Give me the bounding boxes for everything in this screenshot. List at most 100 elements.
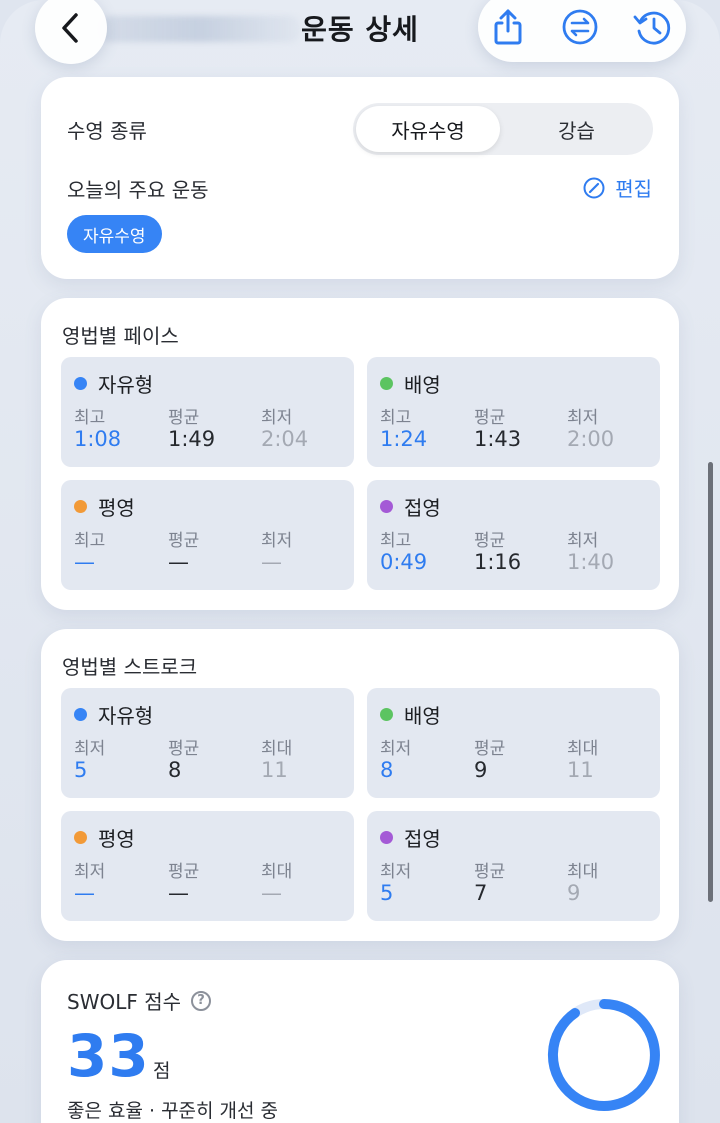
swap-icon <box>562 9 598 45</box>
stat-value: 1:16 <box>474 550 522 574</box>
header-actions <box>478 0 686 62</box>
stat-header: 평균 <box>474 408 506 428</box>
stat-value: — <box>74 550 95 574</box>
swim-type-label: 수영 종류 <box>67 119 147 143</box>
stat-header: 최고 <box>74 531 106 551</box>
stat-value: 5 <box>380 881 394 905</box>
stroke-tile: 접영최저 평균 최대 5 7 9 <box>367 811 660 921</box>
swolf-description: 좋은 효율 · 꾸준히 개선 중 <box>67 1100 279 1122</box>
stat-value: 1:24 <box>380 427 428 451</box>
stat-value: 1:43 <box>474 427 522 451</box>
stat-value: 1:40 <box>567 550 615 574</box>
swolf-title-row: SWOLF 점수 ? <box>67 986 212 1015</box>
pace-tile: 자유형 최고 평균 최저 1:08 1:49 2:04 <box>61 357 354 467</box>
stroke-tile: 평영 최저 평균 최대 — — — <box>61 811 354 921</box>
stat-header: 최저 <box>380 862 412 882</box>
stat-header: 최저 <box>380 739 412 759</box>
stat-header: 최대 <box>261 862 293 882</box>
stat-value: 7 <box>474 881 488 905</box>
stroke-name: 접영 <box>404 827 441 851</box>
history-button[interactable] <box>622 0 682 60</box>
stat-header: 최저 <box>74 739 106 759</box>
header: 운동 상세 <box>0 0 720 66</box>
stat-value: — <box>261 881 282 905</box>
help-icon[interactable]: ? <box>191 990 212 1011</box>
swim-type-card: 수영 종류 자유수영 강습 오늘의 주요 운동 편집 자유수영 <box>41 77 679 279</box>
stat-header: 최저 <box>567 531 599 551</box>
stroke-name: 자유형 <box>98 704 154 728</box>
stat-value: 9 <box>474 758 488 782</box>
stat-header: 평균 <box>168 531 200 551</box>
stat-header: 평균 <box>168 739 200 759</box>
stat-header: 최대 <box>261 739 293 759</box>
stat-header: 평균 <box>474 862 506 882</box>
history-icon <box>633 11 671 45</box>
swap-button[interactable] <box>550 0 610 60</box>
segment-lesson[interactable]: 강습 <box>503 106 650 152</box>
stat-header: 최고 <box>380 408 412 428</box>
main-workout-label: 오늘의 주요 운동 <box>67 178 209 202</box>
pace-card: 영법별 페이스 자유형 최고 평균 최저 1:08 1:49 2:04 배영 최고 평균 최저 1:2… <box>41 298 679 610</box>
swim-type-segmented-control: 자유수영 강습 <box>353 103 653 155</box>
stat-header: 최저 <box>261 531 293 551</box>
stroke-name: 배영 <box>404 373 441 397</box>
stat-header: 평균 <box>474 739 506 759</box>
stat-header: 최대 <box>567 862 599 882</box>
stat-header: 최고 <box>380 531 412 551</box>
stat-value: 1:08 <box>74 427 122 451</box>
stroke-color-dot <box>380 377 393 390</box>
stroke-color-dot <box>74 708 87 721</box>
stroke-color-dot <box>74 500 87 513</box>
edit-button[interactable]: 편집 <box>583 173 652 202</box>
stat-value: — <box>168 881 189 905</box>
workout-detail-screen: 운동 상세 수영 종류 자유수영 강습 오늘의 주요 운동 편집 자유수영 영법… <box>0 0 720 1123</box>
stat-header: 평균 <box>168 862 200 882</box>
scrollbar[interactable] <box>708 462 713 902</box>
stat-header: 평균 <box>474 531 506 551</box>
swolf-score: 33 <box>67 1022 150 1090</box>
stat-header: 최저 <box>261 408 293 428</box>
share-button[interactable] <box>478 0 538 60</box>
edit-label: 편집 <box>615 177 652 201</box>
stat-value: 2:00 <box>567 427 615 451</box>
stat-value: 0:49 <box>380 550 428 574</box>
swolf-title: SWOLF 점수 <box>67 990 182 1014</box>
stroke-color-dot <box>380 831 393 844</box>
stat-value: 2:04 <box>261 427 309 451</box>
stroke-color-dot <box>74 831 87 844</box>
stat-value: — <box>168 550 189 574</box>
stat-header: 평균 <box>168 408 200 428</box>
pace-tile: 배영최고 평균 최저 1:24 1:43 2:00 <box>367 357 660 467</box>
stroke-color-dot <box>380 500 393 513</box>
stat-value: — <box>74 881 95 905</box>
pace-tile: 평영 최고 평균 최저 — — — <box>61 480 354 590</box>
swolf-card: SWOLF 점수 ? 33 점 좋은 효율 · 꾸준히 개선 중 <box>41 960 679 1123</box>
stat-header: 최고 <box>74 408 106 428</box>
pace-tile: 접영최고 평균 최저 0:49 1:16 1:40 <box>367 480 660 590</box>
stat-value: 11 <box>567 758 594 782</box>
stroke-title: 영법별 스트로크 <box>62 655 198 679</box>
stroke-color-dot <box>380 708 393 721</box>
stroke-color-dot <box>74 377 87 390</box>
segment-free-swim[interactable]: 자유수영 <box>356 106 500 152</box>
stroke-card: 영법별 스트로크 자유형 최저 평균 최대 5 8 11 배영 최저 평균 최대 8 9 11 평영 최저 평균… <box>41 629 679 941</box>
stat-value: 1:49 <box>168 427 216 451</box>
stroke-tile: 배영 최저 평균 최대 8 9 11 <box>367 688 660 798</box>
stat-header: 최대 <box>567 739 599 759</box>
swolf-ring-chart <box>547 999 660 1111</box>
edit-icon <box>583 177 605 198</box>
stroke-name: 접영 <box>404 496 441 520</box>
share-icon <box>494 9 522 45</box>
stat-value: — <box>261 550 282 574</box>
workout-chip[interactable]: 자유수영 <box>67 215 162 253</box>
swolf-unit: 점 <box>153 1060 171 1082</box>
stat-header: 최저 <box>567 408 599 428</box>
stat-header: 최저 <box>74 862 106 882</box>
stroke-tile: 자유형 최저 평균 최대 5 8 11 <box>61 688 354 798</box>
stat-value: 8 <box>168 758 182 782</box>
stroke-name: 평영 <box>98 496 135 520</box>
stroke-name: 배영 <box>404 704 441 728</box>
stat-value: 11 <box>261 758 288 782</box>
pace-title: 영법별 페이스 <box>62 324 179 348</box>
stat-value: 9 <box>567 881 581 905</box>
